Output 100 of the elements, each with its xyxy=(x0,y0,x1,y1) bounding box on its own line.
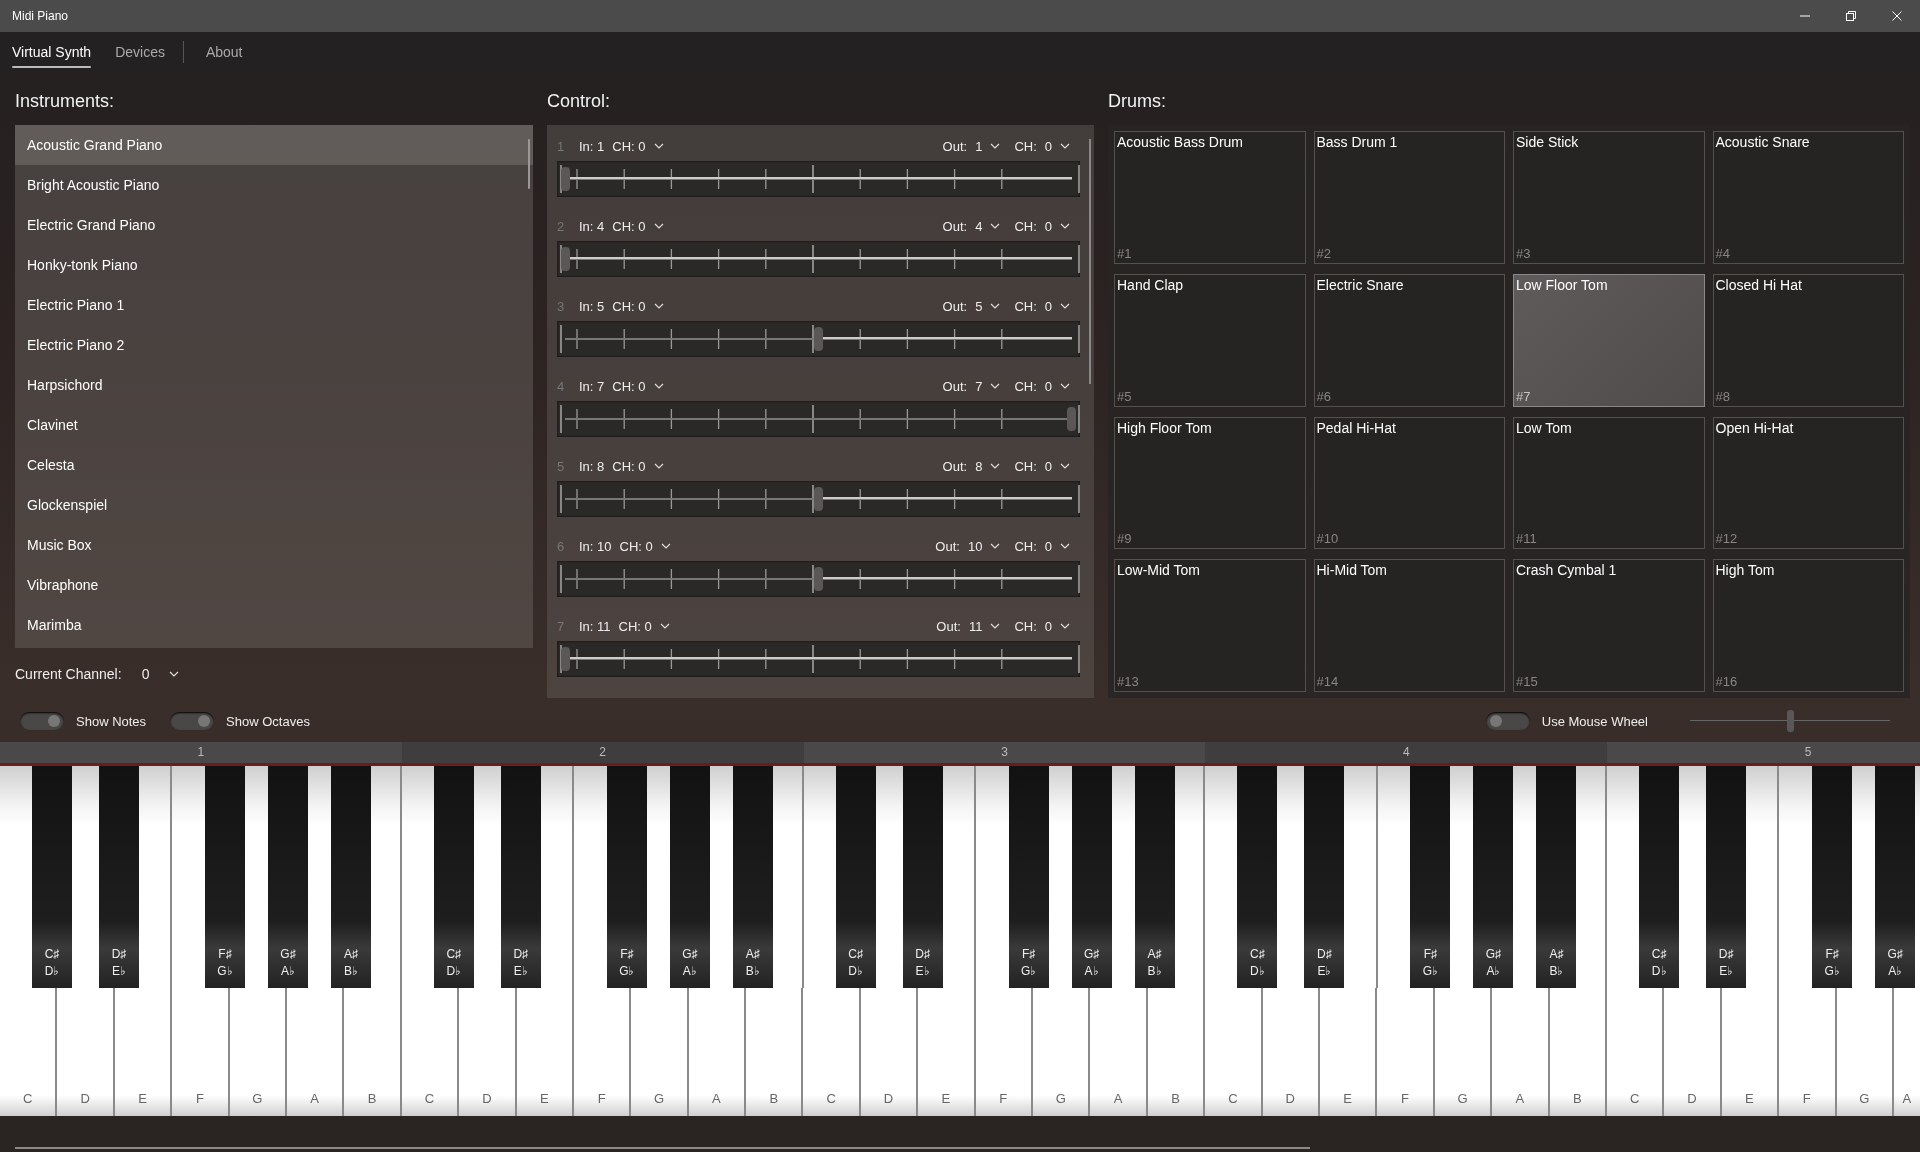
list-item[interactable]: Vibraphone xyxy=(15,565,533,605)
channel-dropdown[interactable]: 0 xyxy=(1042,456,1072,476)
accidental-key[interactable]: C♯ D♭ xyxy=(1639,766,1680,988)
input-dropdown[interactable]: In: 8 CH: 0 xyxy=(577,456,666,476)
slider-thumb[interactable] xyxy=(561,647,570,671)
drum-pad[interactable]: Pedal Hi-Hat #10 xyxy=(1313,416,1505,550)
slider[interactable] xyxy=(557,561,1080,597)
piano-key[interactable]: B xyxy=(746,988,804,1116)
slider[interactable] xyxy=(557,481,1080,517)
accidental-key[interactable]: F♯ G♭ xyxy=(1410,766,1451,988)
output-dropdown[interactable]: 5 xyxy=(973,296,1003,316)
accidental-key[interactable]: G♯ A♭ xyxy=(1071,766,1112,988)
input-dropdown[interactable]: In: 7 CH: 0 xyxy=(577,376,666,396)
drum-pad[interactable]: Side Stick #3 xyxy=(1513,131,1705,264)
accidental-key[interactable]: F♯ G♭ xyxy=(205,766,245,988)
output-dropdown[interactable]: 1 xyxy=(973,136,1003,156)
accidental-key[interactable]: D♯ E♭ xyxy=(902,766,943,988)
list-item[interactable]: Electric Piano 2 xyxy=(15,325,533,365)
accidental-key[interactable]: D♯ E♭ xyxy=(1706,766,1747,988)
input-dropdown[interactable]: In: 5 CH: 0 xyxy=(577,296,666,316)
channel-dropdown[interactable]: 0 xyxy=(1042,616,1072,636)
scrollbar-thumb[interactable] xyxy=(528,139,530,189)
drum-pad[interactable]: Low Tom #11 xyxy=(1513,416,1705,550)
accidental-key[interactable]: A♯ B♭ xyxy=(1134,766,1175,988)
list-item[interactable]: Electric Grand Piano xyxy=(15,205,533,245)
drum-pad[interactable]: High Tom #16 xyxy=(1712,559,1904,692)
accidental-key[interactable]: A♯ B♭ xyxy=(732,766,773,988)
toggle-switch[interactable] xyxy=(1485,712,1530,730)
channel-dropdown[interactable]: 0 xyxy=(1042,136,1072,156)
accidental-key[interactable]: C♯ D♭ xyxy=(32,766,72,988)
piano-key[interactable]: C xyxy=(803,988,861,1116)
drum-pad[interactable]: Low Floor Tom #7 xyxy=(1513,273,1705,407)
scrollbar-thumb[interactable] xyxy=(15,1147,1310,1149)
piano-key[interactable]: D xyxy=(1664,988,1722,1116)
drum-pad[interactable]: High Floor Tom #9 xyxy=(1114,416,1306,550)
slider[interactable] xyxy=(557,241,1080,277)
input-dropdown[interactable]: In: 10 CH: 0 xyxy=(577,536,673,556)
drum-pad[interactable]: Acoustic Snare #4 xyxy=(1712,131,1904,264)
accidental-key[interactable]: G♯ A♭ xyxy=(669,766,710,988)
input-dropdown[interactable]: In: 1 CH: 0 xyxy=(577,136,666,156)
list-item[interactable]: Music Box xyxy=(15,525,533,565)
channel-dropdown[interactable]: 0 xyxy=(137,662,184,686)
output-dropdown[interactable]: 7 xyxy=(973,376,1003,396)
scrollbar-thumb[interactable] xyxy=(1089,139,1091,384)
accidental-key[interactable]: D♯ E♭ xyxy=(500,766,541,988)
accidental-key[interactable]: C♯ D♭ xyxy=(1237,766,1278,988)
accidental-key[interactable]: F♯ G♭ xyxy=(606,766,647,988)
list-item[interactable]: Bright Acoustic Piano xyxy=(15,165,533,205)
input-dropdown[interactable]: In: 4 CH: 0 xyxy=(577,216,666,236)
piano-key[interactable]: E xyxy=(1320,988,1378,1116)
channel-dropdown[interactable]: 0 xyxy=(1042,216,1072,236)
output-dropdown[interactable]: 4 xyxy=(973,216,1003,236)
list-item[interactable]: Celesta xyxy=(15,445,533,485)
drum-pad[interactable]: Crash Cymbal 1 #15 xyxy=(1513,559,1705,692)
toggle-switch[interactable] xyxy=(170,712,215,730)
piano-key[interactable]: A xyxy=(1090,988,1148,1116)
list-item[interactable]: Honky-tonk Piano xyxy=(15,245,533,285)
accidental-key[interactable]: C♯ D♭ xyxy=(433,766,474,988)
tab[interactable]: Devices xyxy=(107,36,173,68)
slider[interactable] xyxy=(557,641,1080,677)
channel-dropdown[interactable]: 0 xyxy=(1042,536,1072,556)
drum-pad[interactable]: Low-Mid Tom #13 xyxy=(1114,559,1306,692)
accidental-key[interactable]: A♯ B♭ xyxy=(331,766,371,988)
drum-pad[interactable]: Open Hi-Hat #12 xyxy=(1712,416,1904,550)
slider-thumb[interactable] xyxy=(814,567,823,591)
accidental-key[interactable]: F♯ G♭ xyxy=(1812,766,1853,988)
list-item[interactable]: Marimba xyxy=(15,605,533,645)
accidental-key[interactable]: G♯ A♭ xyxy=(268,766,308,988)
piano-key[interactable]: C xyxy=(1606,988,1665,1116)
accidental-key[interactable]: D♯ E♭ xyxy=(1304,766,1345,988)
list-item[interactable]: Electric Piano 1 xyxy=(15,285,533,325)
list-item[interactable]: Acoustic Grand Piano xyxy=(15,125,533,165)
list-item[interactable]: Harpsichord xyxy=(15,365,533,405)
accidental-key[interactable]: C♯ D♭ xyxy=(835,766,876,988)
drum-pad[interactable]: Bass Drum 1 #2 xyxy=(1313,131,1505,264)
slider[interactable] xyxy=(1690,708,1890,734)
drum-pad[interactable]: Acoustic Bass Drum #1 xyxy=(1114,131,1306,264)
tab[interactable]: Virtual Synth xyxy=(4,36,100,68)
channel-dropdown[interactable]: 0 xyxy=(1042,296,1072,316)
accidental-key[interactable]: A♯ B♭ xyxy=(1536,766,1577,988)
slider[interactable] xyxy=(557,401,1080,437)
input-dropdown[interactable]: In: 11 CH: 0 xyxy=(577,616,672,636)
accidental-key[interactable]: G♯ A♭ xyxy=(1473,766,1514,988)
accidental-key[interactable]: G♯ A♭ xyxy=(1875,766,1916,988)
list-item[interactable]: Glockenspiel xyxy=(15,485,533,525)
slider-thumb[interactable] xyxy=(1067,407,1076,431)
slider-thumb[interactable] xyxy=(814,487,823,511)
slider[interactable] xyxy=(557,161,1080,197)
slider-thumb[interactable] xyxy=(561,167,570,191)
slider-thumb[interactable] xyxy=(1786,710,1794,732)
piano-key[interactable]: G xyxy=(1033,988,1091,1116)
channel-dropdown[interactable]: 0 xyxy=(1042,376,1072,396)
output-dropdown[interactable]: 10 xyxy=(965,536,1003,556)
drum-pad[interactable]: Electric Snare #6 xyxy=(1313,273,1505,407)
drum-pad[interactable]: Closed Hi Hat #8 xyxy=(1712,273,1904,407)
slider-thumb[interactable] xyxy=(814,327,823,351)
slider-thumb[interactable] xyxy=(561,247,570,271)
toggle-switch[interactable] xyxy=(20,712,64,730)
accidental-key[interactable]: F♯ G♭ xyxy=(1008,766,1049,988)
list-item[interactable]: Clavinet xyxy=(15,405,533,445)
